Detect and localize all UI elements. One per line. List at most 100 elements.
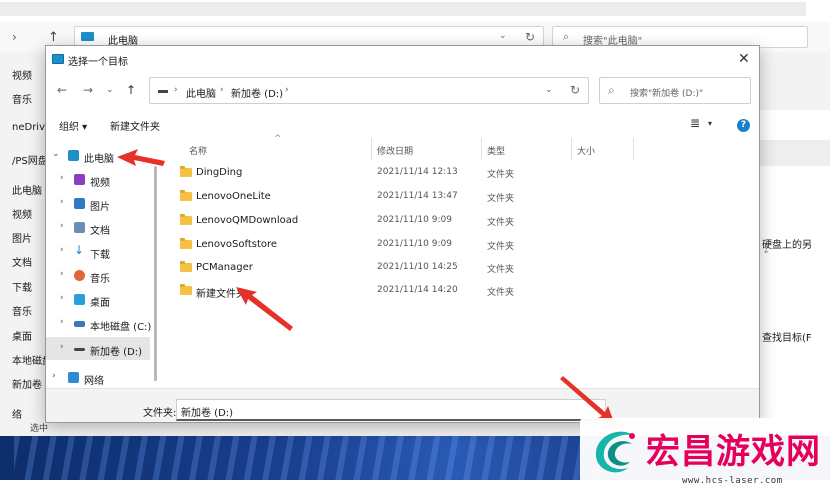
file-name: LenovoOneLite (196, 191, 271, 202)
file-row[interactable]: LenovoSoftstore 2021/11/10 9:09 文件夹 (176, 234, 626, 256)
chevron-right-icon[interactable]: › (60, 173, 64, 183)
background-sidebar-item[interactable]: /PS网盘 (12, 152, 48, 167)
column-size[interactable]: 大小 (577, 144, 595, 157)
column-date-modified[interactable]: 修改日期 (377, 144, 413, 157)
background-sidebar-item[interactable]: 新加卷 ( (12, 376, 49, 391)
chevron-right-icon[interactable]: › (60, 197, 64, 207)
dialog-title: 选择一个目标 (68, 57, 128, 68)
breadcrumb-chevron-icon[interactable]: › (220, 85, 224, 95)
tree-item-volume-d[interactable]: › 新加卷 (D:) (46, 337, 150, 360)
background-up-arrow-icon[interactable]: ↑ (48, 30, 59, 45)
file-type: 文件夹 (487, 288, 515, 298)
chevron-right-icon[interactable]: › (60, 245, 64, 255)
tree-item-label: 网络 (84, 376, 104, 387)
tree-item-local-disk-c[interactable]: › 本地磁盘 (C:) (46, 312, 151, 335)
file-name: PCManager (196, 262, 253, 273)
background-right-text: " (764, 250, 769, 260)
network-icon (68, 372, 79, 383)
tree-item-label: 音乐 (90, 274, 110, 285)
chevron-right-icon[interactable]: › (60, 342, 64, 352)
background-section-header (760, 140, 830, 166)
folder-icon (180, 190, 192, 201)
folder-picker-footer: 文件夹: 新加卷 (D:) (46, 388, 759, 422)
tree-item-videos[interactable]: › 视频 (46, 168, 150, 191)
breadcrumb-chevron-icon[interactable]: › (174, 85, 178, 95)
chevron-right-icon[interactable]: › (60, 221, 64, 231)
file-row[interactable]: LenovoOneLite 2021/11/14 13:47 文件夹 (176, 186, 626, 208)
music-icon (74, 270, 85, 281)
close-icon[interactable]: ✕ (738, 51, 750, 67)
folder-label: 文件夹: (143, 408, 177, 419)
file-row[interactable]: 新建文件夹 2021/11/14 14:20 文件夹 (176, 280, 626, 302)
view-options-icon[interactable]: ≣ (690, 116, 700, 130)
forward-arrow-icon[interactable]: → (83, 83, 93, 97)
background-sidebar-item[interactable]: 音乐 (12, 303, 32, 318)
tree-item-label: 视频 (90, 178, 110, 189)
video-icon (74, 174, 85, 185)
tree-scrollbar[interactable] (154, 166, 157, 381)
up-arrow-icon[interactable]: ↑ (126, 83, 136, 97)
tree-item-this-pc[interactable]: ⌄ 此电脑 (46, 144, 150, 167)
file-date: 2021/11/14 12:13 (377, 167, 458, 177)
file-row[interactable]: DingDing 2021/11/14 12:13 文件夹 (176, 162, 626, 184)
tree-item-pictures[interactable]: › 图片 (46, 192, 150, 215)
file-date: 2021/11/10 14:25 (377, 262, 458, 272)
file-type: 文件夹 (487, 265, 515, 275)
chevron-down-icon[interactable]: ⌄ (499, 31, 507, 41)
new-folder-button[interactable]: 新建文件夹 (110, 118, 160, 133)
breadcrumb-volume-d[interactable]: 新加卷 (D:) (231, 85, 283, 100)
chevron-down-icon[interactable]: ▾ (708, 119, 712, 128)
site-watermark: 宏昌游戏网 www.hcs-laser.com (580, 418, 830, 490)
address-bar[interactable]: › 此电脑 › 新加卷 (D:) › ⌄ ↻ (149, 77, 589, 104)
background-sidebar-item[interactable]: 此电脑 (12, 182, 42, 197)
background-sidebar-item[interactable]: 络 (12, 406, 22, 421)
background-sidebar-item[interactable]: 图片 (12, 230, 32, 245)
organize-button[interactable]: 组织 ▾ (59, 118, 87, 133)
folder-input[interactable]: 新加卷 (D:) (176, 399, 606, 421)
chevron-right-icon[interactable]: › (60, 317, 64, 327)
background-sidebar-item[interactable]: 视频 (12, 206, 32, 221)
tree-item-documents[interactable]: › 文档 (46, 216, 150, 239)
column-type[interactable]: 类型 (487, 144, 505, 157)
dialog-title-bar: 选择一个目标 ✕ (46, 46, 759, 74)
tree-item-label: 桌面 (90, 298, 110, 309)
background-sidebar-item[interactable]: 视频 (12, 67, 32, 82)
search-icon: ⌕ (563, 30, 570, 43)
breadcrumb-chevron-icon[interactable]: › (285, 85, 289, 95)
tree-item-downloads[interactable]: › ↓ 下载 (46, 240, 150, 263)
file-type: 文件夹 (487, 194, 515, 204)
breadcrumb-this-pc[interactable]: 此电脑 (186, 85, 216, 100)
file-row[interactable]: LenovoQMDownload 2021/11/10 9:09 文件夹 (176, 210, 626, 232)
file-row[interactable]: PCManager 2021/11/10 14:25 文件夹 (176, 257, 626, 279)
refresh-icon[interactable]: ↻ (570, 83, 580, 97)
desktop-icon (74, 294, 85, 305)
file-type: 文件夹 (487, 170, 515, 180)
file-date: 2021/11/10 9:09 (377, 215, 452, 225)
background-find-target-button[interactable]: 查找目标(F (762, 329, 812, 344)
navigation-tree: ⌄ 此电脑 › 视频 › 图片 › 文档 › ↓ 下载 › 音乐 › 桌面 › … (46, 144, 158, 389)
background-sidebar-item[interactable]: 音乐 (12, 91, 32, 106)
background-title-strip (0, 0, 830, 22)
watermark-brand: 宏昌游戏网 (646, 432, 821, 472)
background-back-arrow-icon[interactable]: › (12, 30, 17, 44)
download-icon: ↓ (74, 243, 85, 257)
column-name[interactable]: 名称 (189, 144, 207, 157)
background-sidebar-item[interactable]: 桌面 (12, 328, 32, 343)
background-sidebar-item[interactable]: 下载 (12, 279, 32, 294)
help-icon[interactable]: ? (737, 119, 750, 132)
chevron-right-icon[interactable]: › (52, 371, 56, 381)
refresh-icon[interactable]: ↻ (525, 30, 535, 44)
chevron-down-icon[interactable]: ⌄ (52, 149, 60, 159)
tree-item-desktop[interactable]: › 桌面 (46, 288, 150, 311)
back-arrow-icon[interactable]: ← (57, 83, 67, 97)
tree-item-network[interactable]: › 网络 (46, 366, 150, 389)
background-right-text: 硬盘上的另 (762, 240, 812, 251)
search-box[interactable]: ⌕ 搜索"新加卷 (D:)" (599, 77, 751, 104)
chevron-right-icon[interactable]: › (60, 269, 64, 279)
background-sidebar-item[interactable]: 文档 (12, 254, 32, 269)
tree-item-music[interactable]: › 音乐 (46, 264, 150, 287)
chevron-right-icon[interactable]: › (60, 293, 64, 303)
column-header-row: ^ 名称 修改日期 类型 大小 (166, 134, 636, 162)
chevron-down-icon[interactable]: ⌄ (545, 85, 553, 95)
recent-locations-chevron-icon[interactable]: ⌄ (106, 85, 114, 95)
